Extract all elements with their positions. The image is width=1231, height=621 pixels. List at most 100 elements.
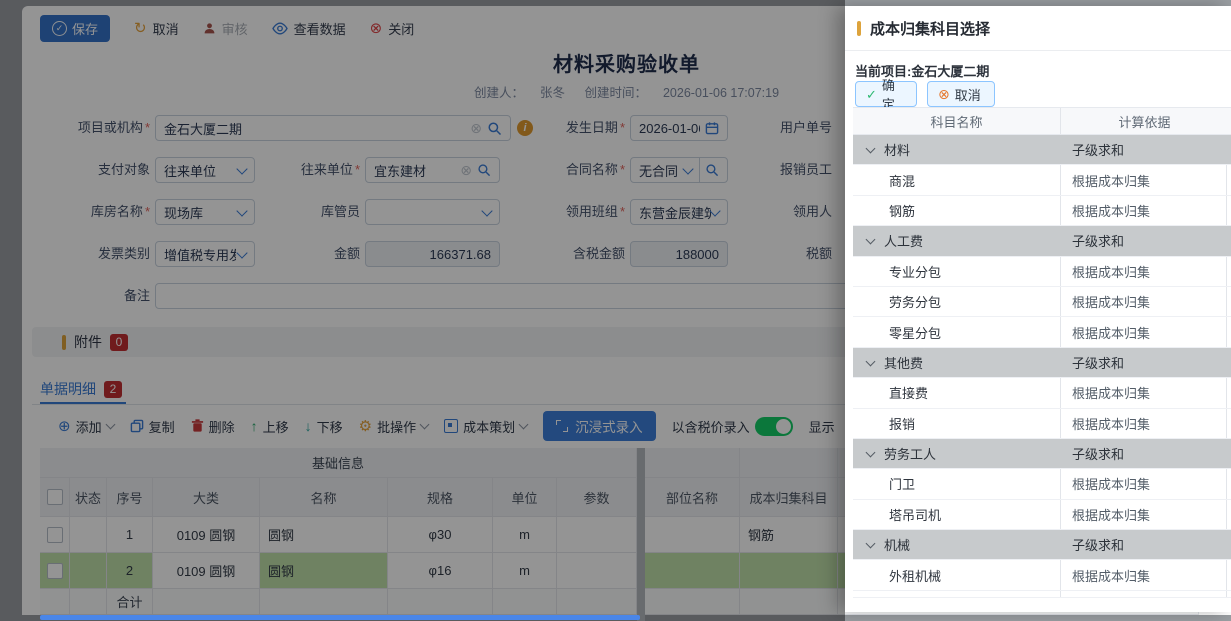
move-down-button[interactable]: ↓ 下移 — [305, 417, 343, 436]
batch-op-button[interactable]: ⚙ 批操作 — [359, 417, 428, 436]
subject-row[interactable]: 零星分包根据成本归集 — [853, 317, 1231, 347]
cell-category[interactable]: 0109 圆钢 — [153, 517, 260, 553]
subject-name-cell: 人工费 — [853, 226, 1060, 255]
contract-select[interactable]: 无合同 — [630, 157, 728, 183]
cell-seq[interactable]: 2 — [107, 553, 153, 589]
chevron-down-icon — [519, 420, 529, 430]
tree-chevron-icon[interactable] — [866, 235, 876, 245]
partner-input[interactable]: 宜东建材 ⊗ — [365, 157, 500, 183]
clear-icon[interactable]: ⊗ — [470, 121, 482, 135]
subject-row[interactable]: 门卫根据成本归集 — [853, 469, 1231, 499]
checkbox[interactable] — [47, 563, 63, 579]
add-label: 添加 — [76, 417, 102, 436]
subject-row[interactable]: 专业分包根据成本归集 — [853, 257, 1231, 287]
calc-basis-cell: 子级求和 — [1060, 439, 1227, 468]
add-button[interactable]: ⊕ 添加 — [58, 417, 114, 436]
tab-detail[interactable]: 单据明细 2 — [40, 374, 122, 404]
occur-date-input[interactable]: 2026-01-06 — [630, 115, 728, 141]
subject-row[interactable]: 报销根据成本归集 — [853, 409, 1231, 439]
save-button[interactable]: ✓ 保存 — [40, 15, 110, 42]
cell-param[interactable] — [557, 553, 637, 589]
cost-plan-button[interactable]: 成本策划 — [444, 417, 527, 436]
subject-name: 塔吊司机 — [889, 505, 941, 524]
subject-name: 直接费 — [889, 383, 928, 402]
cell-spec[interactable]: φ30 — [388, 517, 493, 553]
subject-group-row[interactable]: 其他费子级求和 — [853, 348, 1231, 378]
cell-seq[interactable]: 1 — [107, 517, 153, 553]
pay-target-select[interactable]: 往来单位 — [155, 157, 255, 183]
search-icon[interactable] — [487, 121, 502, 136]
cell-param[interactable] — [557, 517, 637, 553]
table-row[interactable]: 10109 圆钢圆钢φ30m — [40, 517, 637, 553]
subject-row[interactable]: 外租机械根据成本归集 — [853, 560, 1231, 590]
delete-button[interactable]: 删除 — [191, 417, 235, 436]
cell-spec[interactable]: φ16 — [388, 553, 493, 589]
close-button[interactable]: ⊗ 关闭 — [370, 19, 415, 38]
cell-part[interactable] — [645, 517, 740, 553]
display-option-label[interactable]: 显示 — [809, 417, 835, 436]
search-icon[interactable] — [477, 163, 491, 177]
cancel-button[interactable]: ↻ 取消 — [134, 19, 179, 38]
subject-row[interactable]: 塔吊司机 根据成本归集 — [853, 500, 1231, 530]
grid-splitter[interactable] — [637, 448, 645, 621]
checkbox[interactable] — [47, 489, 63, 505]
subject-row[interactable]: 劳务分包根据成本归集 — [853, 287, 1231, 317]
checkbox[interactable] — [47, 527, 63, 543]
use-team-select[interactable]: 东营金辰建筑- — [630, 199, 728, 225]
cell-cost-subject[interactable] — [740, 553, 838, 589]
subject-row[interactable]: 钢筋根据成本归集 — [853, 196, 1231, 226]
cell-unit[interactable]: m — [493, 553, 557, 589]
cell-cost-subject[interactable]: 钢筋 — [740, 517, 838, 553]
audit-button[interactable]: 审核 — [203, 19, 248, 38]
save-label: 保存 — [72, 19, 98, 38]
subject-group-row[interactable]: 材料子级求和 — [853, 135, 1231, 165]
immersive-entry-button[interactable]: 沉浸式录入 — [543, 411, 656, 441]
subject-row[interactable]: 商混根据成本归集 — [853, 165, 1231, 195]
clear-icon[interactable]: ⊗ — [460, 163, 472, 177]
subject-group-row[interactable]: 机械子级求和 — [853, 530, 1231, 560]
section-marker-icon — [857, 21, 861, 36]
subject-name-cell: 零星分包 — [853, 317, 1060, 346]
table-row[interactable]: 20109 圆钢圆钢φ16m — [40, 553, 637, 589]
subject-group-row[interactable]: 人工费子级求和 — [853, 226, 1231, 256]
subject-name-cell — [853, 591, 1060, 597]
subject-row[interactable]: 直接费根据成本归集 — [853, 378, 1231, 408]
horizontal-scrollbar-thumb[interactable] — [40, 615, 640, 620]
view-data-label: 查看数据 — [294, 19, 346, 38]
cell-category[interactable]: 0109 圆钢 — [153, 553, 260, 589]
search-icon[interactable] — [705, 163, 719, 177]
move-up-button[interactable]: ↑ 上移 — [251, 417, 289, 436]
copy-button[interactable]: 复制 — [130, 417, 175, 436]
tree-chevron-icon[interactable] — [866, 356, 876, 366]
cell-status[interactable] — [70, 553, 107, 589]
warehouse-select[interactable]: 现场库 — [155, 199, 255, 225]
select-all-checkbox-cell[interactable] — [40, 478, 70, 517]
invoice-type-select[interactable]: 增值税专用发票 — [155, 241, 255, 267]
arrow-down-icon: ↓ — [305, 419, 312, 433]
row-checkbox-cell[interactable] — [40, 517, 70, 553]
subject-table-body: 材料子级求和商混根据成本归集钢筋根据成本归集人工费子级求和专业分包根据成本归集劳… — [853, 135, 1231, 598]
subject-group-row[interactable]: 劳务工人子级求和 — [853, 439, 1231, 469]
plus-circle-icon: ⊕ — [58, 419, 71, 434]
calendar-icon[interactable] — [705, 121, 719, 135]
circle-x-icon: ⊗ — [938, 87, 950, 101]
calc-basis-cell: 根据成本归集 — [1060, 500, 1227, 529]
cell-unit[interactable]: m — [493, 517, 557, 553]
cell-name[interactable]: 圆钢 — [260, 553, 388, 589]
tree-chevron-icon[interactable] — [866, 448, 876, 458]
cell-part[interactable] — [645, 553, 740, 589]
tree-chevron-icon[interactable] — [866, 144, 876, 154]
project-input[interactable]: 金石大厦二期 ⊗ — [155, 115, 511, 141]
tax-price-toggle[interactable] — [755, 417, 793, 436]
row-checkbox-cell[interactable] — [40, 553, 70, 589]
confirm-button[interactable]: ✓ 确定 — [855, 81, 917, 107]
subject-name: 人工费 — [884, 231, 923, 250]
view-data-button[interactable]: 查看数据 — [272, 19, 346, 38]
cell-status[interactable] — [70, 517, 107, 553]
warehouse-keeper-select[interactable] — [365, 199, 500, 225]
tree-chevron-icon[interactable] — [866, 539, 876, 549]
cell-name[interactable]: 圆钢 — [260, 517, 388, 553]
subject-name: 商混 — [889, 171, 915, 190]
panel-cancel-button[interactable]: ⊗ 取消 — [927, 81, 995, 107]
panel-title: 成本归集科目选择 — [870, 18, 990, 39]
